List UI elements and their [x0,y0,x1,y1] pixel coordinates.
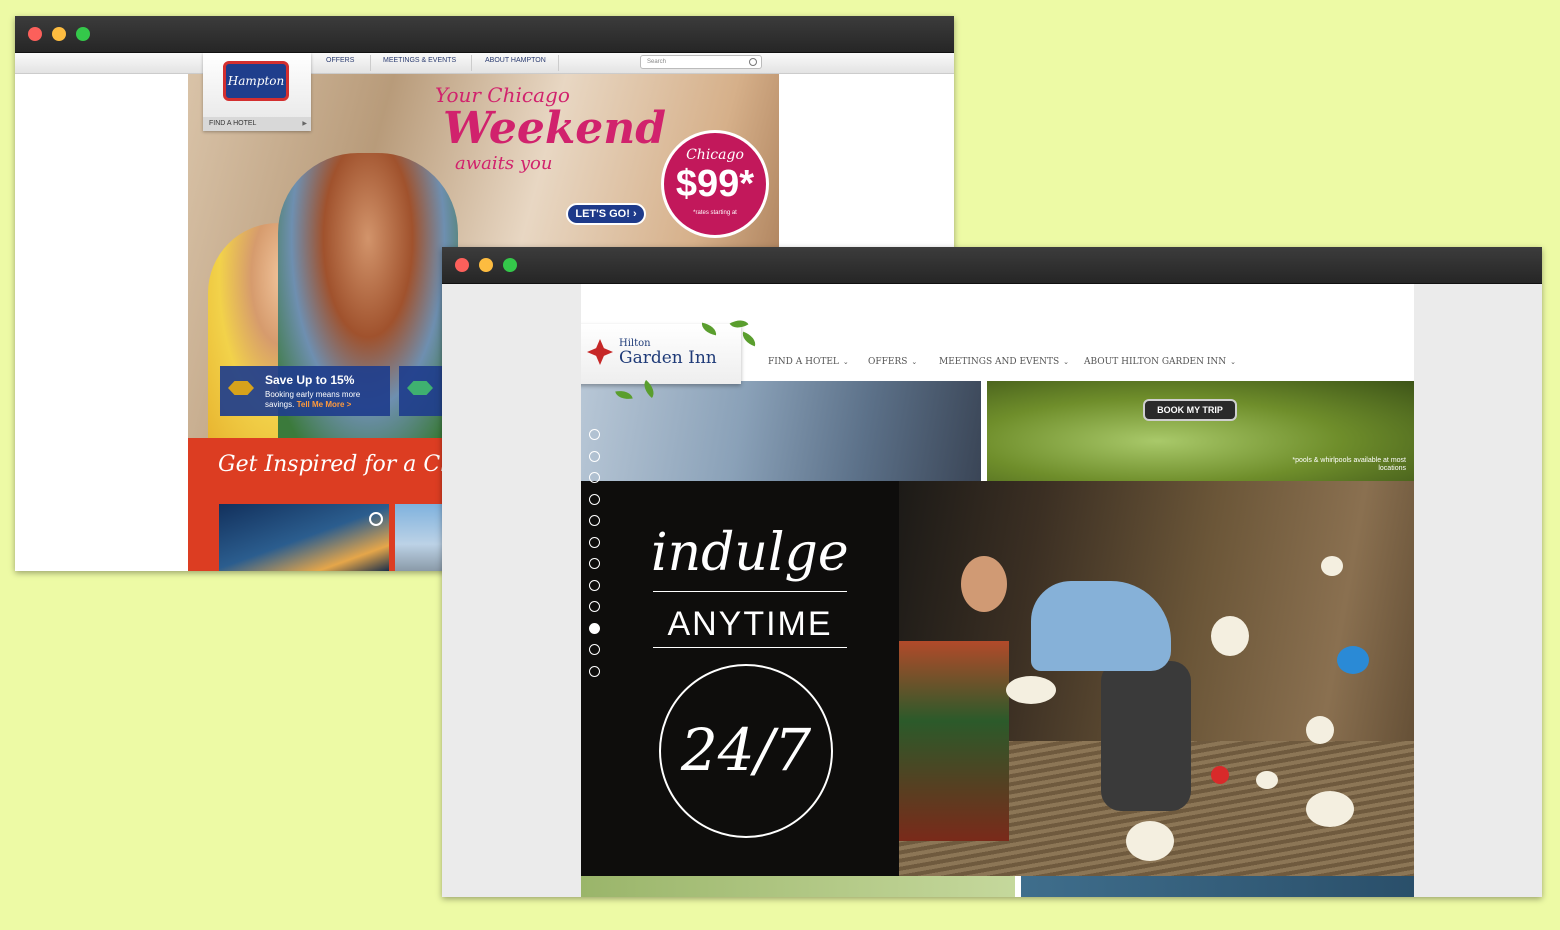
logo-tab: Hampton FIND A HOTEL ▶ [203,53,311,131]
hero-indulge-text: indulge [651,523,849,583]
man-figure-legs [1101,661,1191,811]
headline-line-3: awaits you [455,153,553,174]
thumbnail-chicago-night[interactable] [219,504,389,571]
window-titlebar [442,247,1542,284]
promo-title: Save Up to 15% [265,373,355,387]
slide-dot-10[interactable] [589,622,600,634]
hgi-viewport: FIND A HOTEL ⌄ OFFERS ⌄ MEETINGS AND EVENT… [442,284,1542,897]
lets-go-label: LET'S GO! [575,208,630,220]
close-button[interactable] [455,258,469,272]
logo-garden-inn-text: Garden Inn [619,348,717,368]
slide-dot-1[interactable] [589,429,600,440]
chevron-right-icon: ▶ [302,121,307,127]
popcorn-piece [1126,821,1174,861]
nav-meetings-label: MEETINGS AND EVENTS [939,357,1060,367]
hero-anytime-text: ANYTIME [667,605,833,643]
slide-dot-6[interactable] [589,536,600,548]
promo-tile-bottom-left[interactable] [581,876,1015,897]
slide-dot-9[interactable] [589,601,600,612]
price-value: $99* [675,163,755,205]
pools-note: *pools & whirlpools available at most lo… [1292,457,1406,472]
price-badge[interactable]: Chicago $99* *rates starting at [661,130,769,238]
search-icon[interactable] [749,58,757,66]
minimize-button[interactable] [52,27,66,41]
red-ball [1211,766,1229,784]
flower-icon [587,339,613,365]
chevron-down-icon: ⌄ [1063,358,1070,366]
blue-ball [1337,646,1369,674]
slide-dot-3[interactable] [589,472,600,483]
promo-tile-pool[interactable]: BOOK MY TRIP *pools & whirlpools availab… [987,381,1414,481]
slide-dot-5[interactable] [589,515,600,526]
promo-tile-fitness[interactable] [581,381,981,481]
search-input[interactable]: Search [640,55,762,69]
find-hotel-label: FIND A HOTEL [209,120,257,127]
hampton-logo[interactable]: Hampton [223,61,289,101]
popcorn-piece [1306,716,1334,744]
hgi-browser-window: FIND A HOTEL ⌄ OFFERS ⌄ MEETINGS AND EVENT… [442,247,1542,897]
hero-247-badge: 24/7 [659,664,833,838]
price-note: *rates starting at [693,210,737,216]
hexagon-icon [407,381,433,395]
divider [653,591,847,592]
hgi-page: FIND A HOTEL ⌄ OFFERS ⌄ MEETINGS AND EVENT… [581,284,1414,897]
promo-body: Booking early means more savings. Tell M… [265,390,385,410]
slide-dot-8[interactable] [589,579,600,591]
headline-line-2: Weekend [443,103,667,154]
close-button[interactable] [28,27,42,41]
nav-find-hotel[interactable]: FIND A HOTEL ⌄ [768,357,849,367]
popcorn-bowl [1006,676,1056,704]
nav-about-hampton[interactable]: ABOUT HAMPTON [485,57,546,64]
slide-dot-11[interactable] [589,644,600,655]
top-nav: OFFERS MEETINGS & EVENTS ABOUT HAMPTON S… [15,53,954,74]
chevron-right-icon: › [632,208,637,220]
promo-save-card[interactable]: Save Up to 15% Booking early means more … [220,366,390,416]
popcorn-piece [1321,556,1343,576]
nav-offers[interactable]: OFFERS [326,57,354,64]
minimize-button[interactable] [479,258,493,272]
slide-dot-7[interactable] [589,558,600,569]
slide-dot-12[interactable] [589,665,600,677]
tell-me-more-link[interactable]: Tell Me More > [297,400,352,409]
slide-dot-2[interactable] [589,450,600,462]
book-my-trip-button[interactable]: BOOK MY TRIP [1143,399,1237,421]
hgi-logo[interactable]: Hilton Garden Inn [581,324,741,384]
refresh-icon[interactable] [369,512,383,526]
maximize-button[interactable] [503,258,517,272]
man-figure-head [961,556,1007,612]
hero-indulge: indulge ANYTIME 24/7 [581,481,1414,876]
lets-go-button[interactable]: LET'S GO! › [566,203,646,225]
maximize-button[interactable] [76,27,90,41]
price-city: Chicago [686,147,744,163]
nav-offers[interactable]: OFFERS ⌄ [868,357,917,367]
promo-card-2[interactable] [399,366,444,416]
promo-tile-bottom-right[interactable] [1021,876,1414,897]
nav-offers-label: OFFERS [868,357,908,367]
chevron-down-icon: ⌄ [842,358,849,366]
popcorn-piece [1256,771,1278,789]
chevron-down-icon: ⌄ [1230,358,1237,366]
slide-dot-4[interactable] [589,493,600,505]
search-placeholder: Search [647,59,667,65]
nav-find-hotel-label: FIND A HOTEL [768,357,839,367]
man-figure-body [1031,581,1171,671]
hexagon-icon [228,381,254,395]
divider [653,647,847,648]
nav-about-label: ABOUT HILTON GARDEN INN [1084,357,1227,367]
nav-about-hgi[interactable]: ABOUT HILTON GARDEN INN ⌄ [1084,357,1236,367]
window-titlebar [15,16,954,53]
minibar-fridge [899,641,1009,841]
popcorn-piece [1306,791,1354,827]
nav-meetings-events[interactable]: MEETINGS & EVENTS [383,57,456,64]
nav-meetings-events[interactable]: MEETINGS AND EVENTS ⌄ [939,357,1069,367]
chevron-down-icon: ⌄ [911,358,918,366]
popcorn-piece [1211,616,1249,656]
find-hotel-dropdown[interactable]: FIND A HOTEL ▶ [203,117,311,131]
